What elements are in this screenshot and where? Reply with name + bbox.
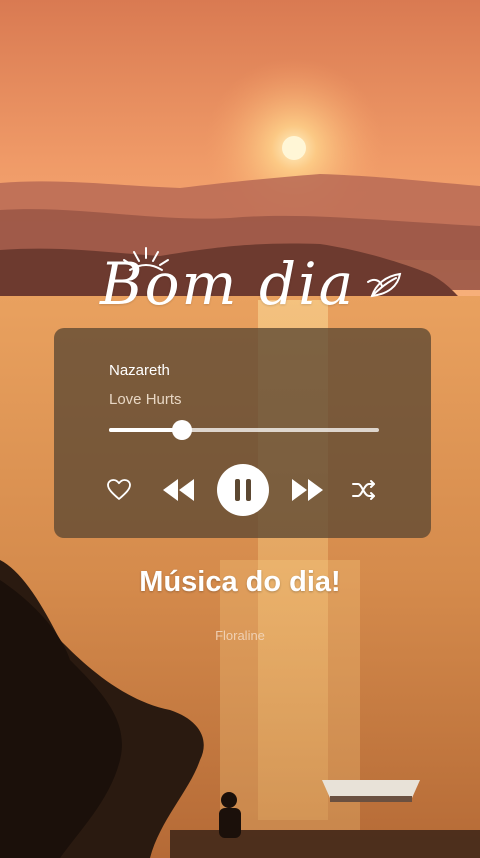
greeting-text: Bom dia	[100, 250, 356, 318]
fast-forward-icon[interactable]	[289, 477, 325, 503]
shuffle-icon[interactable]	[351, 479, 377, 501]
progress-knob[interactable]	[172, 420, 192, 440]
progress-bar[interactable]	[109, 420, 379, 440]
heart-icon[interactable]	[107, 479, 131, 501]
author-name: Floraline	[215, 628, 265, 643]
leaf-icon	[367, 272, 402, 298]
artist-name: Nazareth	[109, 362, 170, 379]
rewind-icon[interactable]	[161, 477, 197, 503]
greeting-header: Bom dia	[96, 240, 416, 330]
track-name: Love Hurts	[109, 391, 182, 408]
music-player-card: Nazareth Love Hurts	[54, 328, 431, 538]
pause-icon	[235, 479, 251, 501]
page-title: Música do dia!	[139, 566, 341, 598]
player-controls	[54, 460, 431, 520]
play-pause-button[interactable]	[217, 464, 269, 516]
